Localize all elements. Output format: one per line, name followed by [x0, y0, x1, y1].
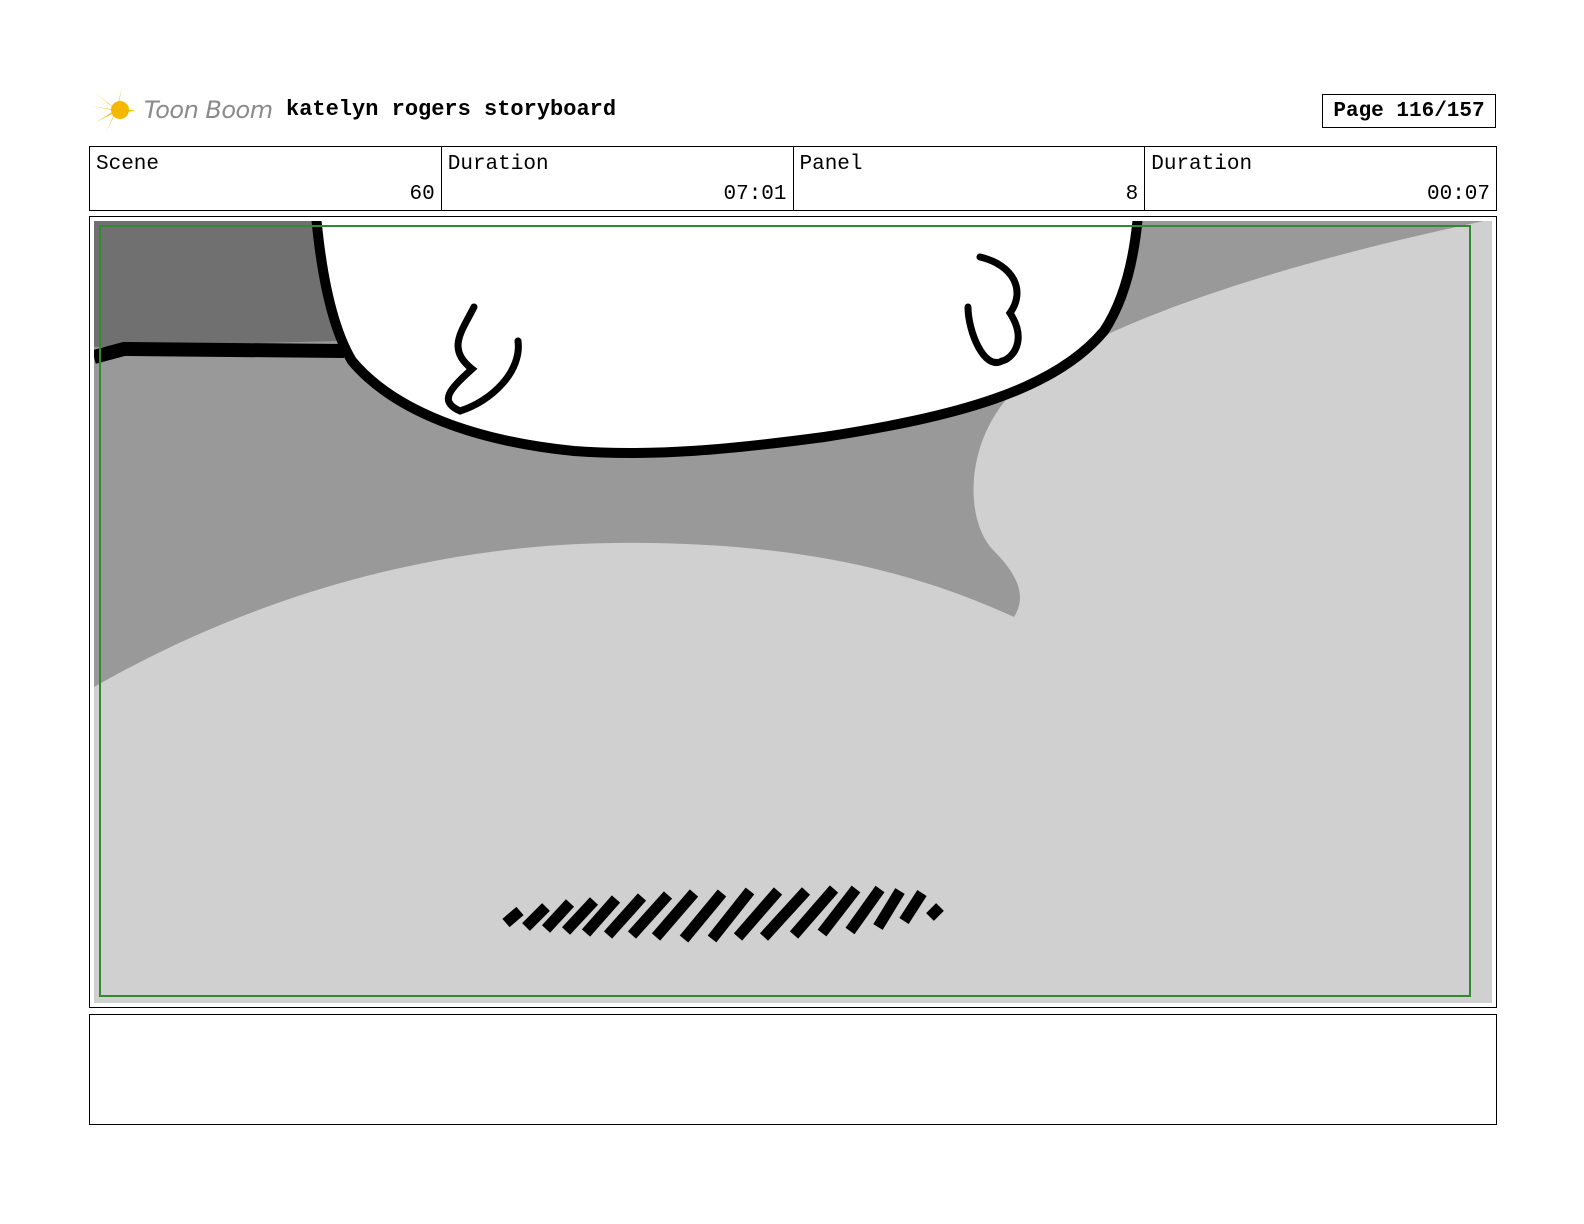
scene-value: 60 — [409, 183, 435, 206]
panel-duration-value: 00:07 — [1426, 183, 1490, 206]
panel-image-frame — [89, 216, 1497, 1008]
panel-label: Panel — [799, 153, 863, 176]
scene-duration-label: Duration — [447, 153, 549, 176]
panel-drawing — [94, 221, 1492, 1003]
storyboard-title: katelyn rogers storyboard — [286, 97, 617, 122]
scene-label: Scene — [96, 153, 160, 176]
table-edge-line — [94, 341, 345, 364]
panel-duration-label: Duration — [1151, 153, 1253, 176]
panel-cell: Panel 8 — [794, 147, 1146, 210]
toon-boom-logo: Toon Boom — [92, 86, 273, 134]
page-indicator: Page 116/157 — [1322, 94, 1496, 128]
dark-gray-corner — [94, 221, 338, 347]
notes-box — [89, 1014, 1497, 1125]
scene-duration-value: 07:01 — [723, 183, 787, 206]
scene-duration-cell: Duration 07:01 — [442, 147, 794, 210]
panel-value: 8 — [1125, 183, 1139, 206]
logo-text: Toon Boom — [144, 96, 273, 124]
info-bar: Scene 60 Duration 07:01 Panel 8 Duration… — [89, 146, 1497, 211]
starburst-icon — [92, 88, 136, 132]
panel-duration-cell: Duration 00:07 — [1145, 147, 1496, 210]
scene-cell: Scene 60 — [90, 147, 442, 210]
